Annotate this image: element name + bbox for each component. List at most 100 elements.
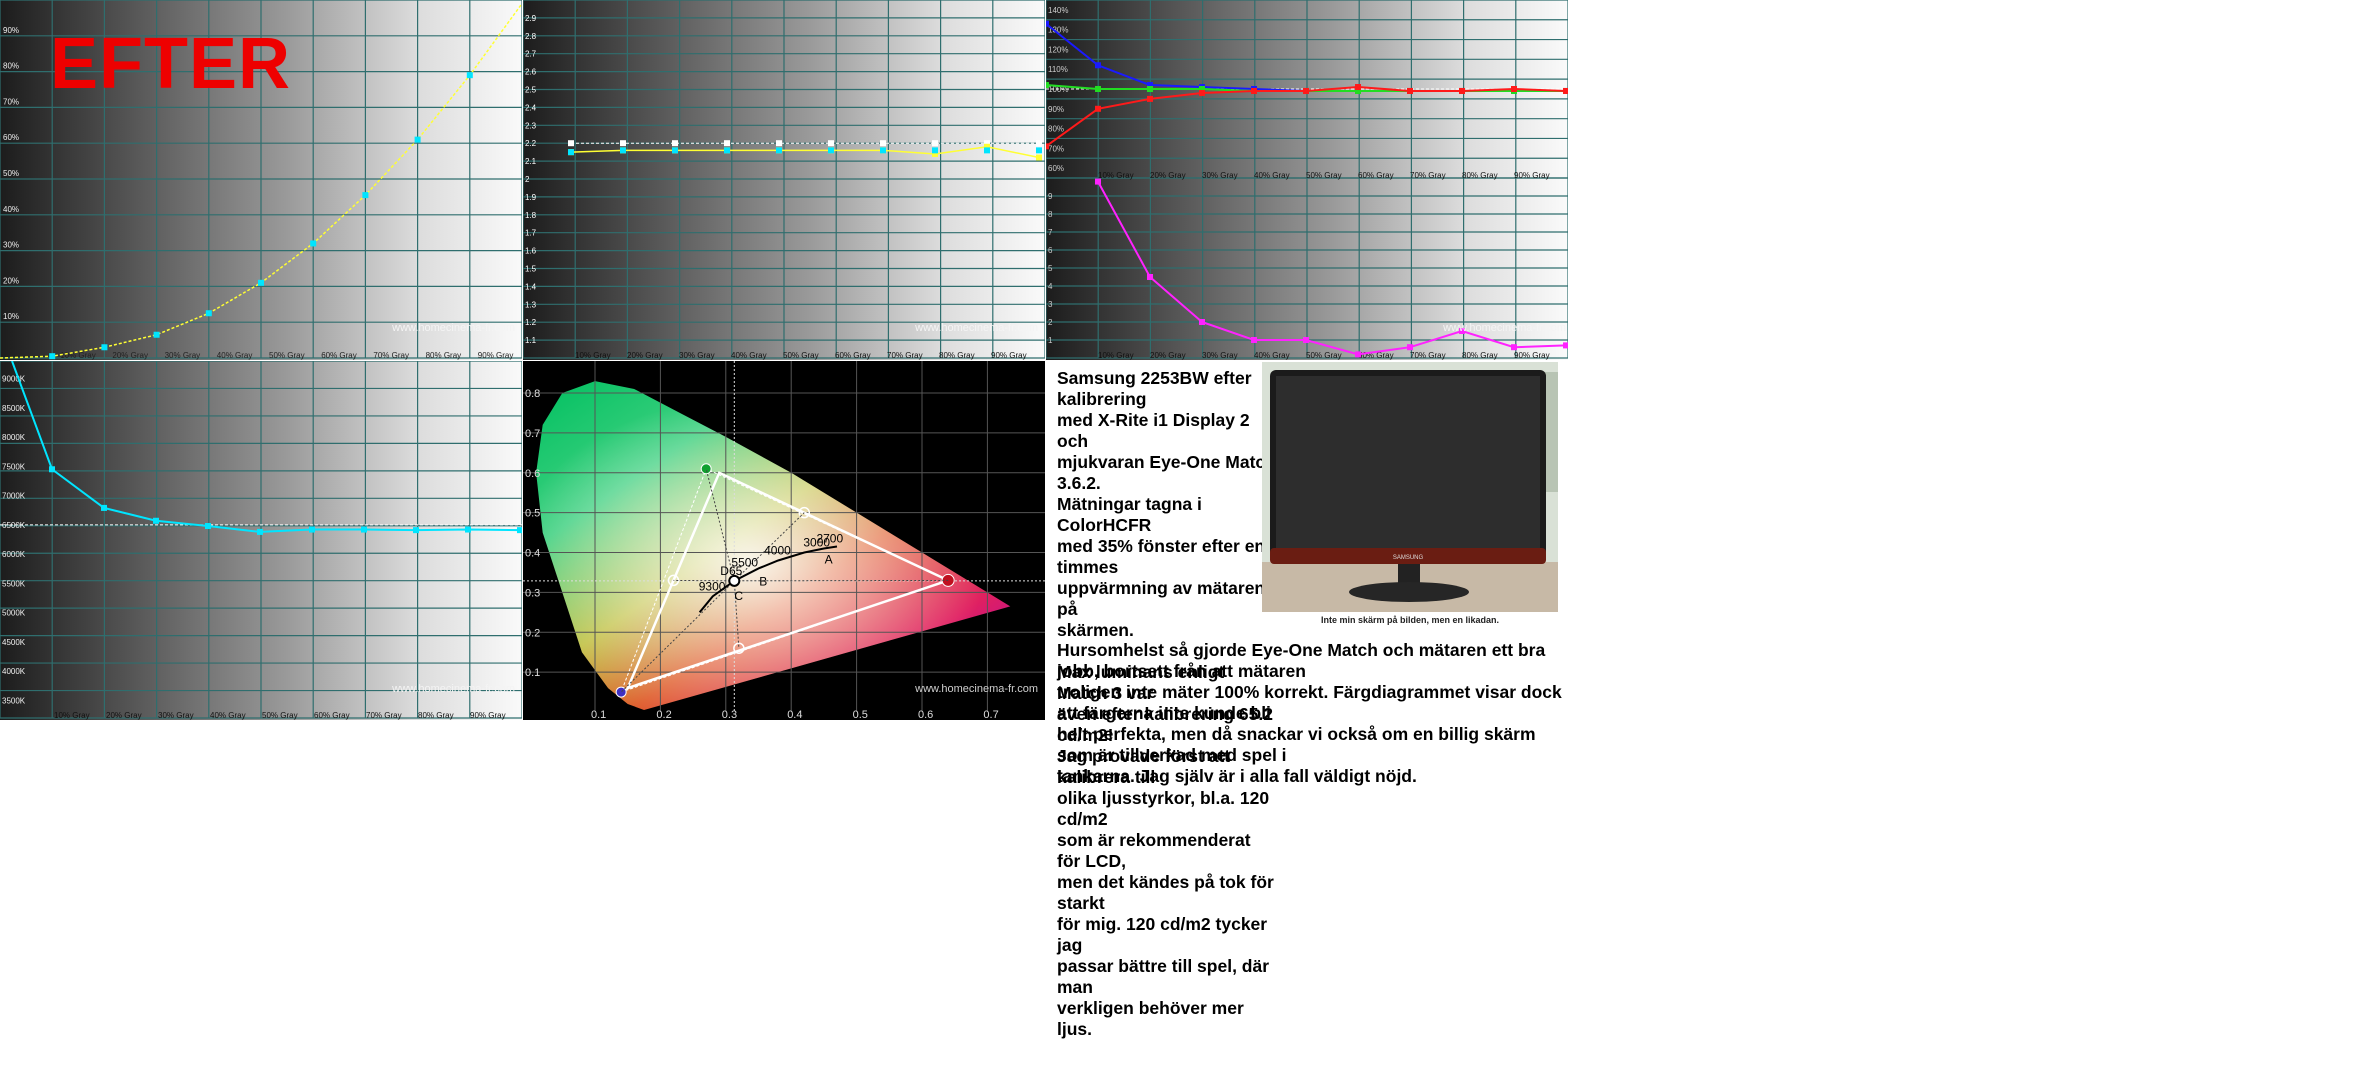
gamma-point-alt [724, 147, 730, 154]
luminance-panel: 10% 20% 30% 40% 50% 60% 70% 80% 90% 10% Gray 20% G… [0, 0, 522, 360]
efter-title: EFTER [50, 24, 292, 104]
temperature-line [11, 361, 521, 533]
rgb-red-point [1355, 84, 1361, 91]
gamma-target-point [1036, 140, 1042, 147]
y-tick-label: 4500K [2, 638, 26, 647]
watermark: www.homecinema-fr.com [914, 322, 1038, 334]
y-tick-label: 0.2 [525, 627, 540, 639]
y-tick-label: 70% [3, 97, 19, 106]
y-tick-label: 90% [1048, 105, 1064, 114]
y-tick-label: 5500K [2, 579, 26, 588]
x-tick-label: 20% Gray [1150, 171, 1186, 180]
y-tick-label: 2.9 [525, 14, 537, 23]
gamma-point-alt [672, 147, 678, 154]
x-tick-label: 90% Gray [1514, 171, 1550, 180]
x-tick-label: 30% Gray [1202, 171, 1238, 180]
gamma-point-alt [880, 147, 886, 154]
x-tick-label: 60% Gray [314, 711, 350, 720]
y-tick-label: 1.2 [525, 318, 537, 327]
temperature-point [101, 504, 107, 511]
y-tick-label: 0.6 [525, 468, 540, 480]
y-tick-label: 2.3 [525, 121, 537, 130]
y-tick-label: 30% [3, 241, 19, 250]
y-tick-label: 3500K [2, 696, 26, 705]
luminance-point [49, 353, 56, 360]
temperature-point [49, 466, 55, 473]
gamma-point [1036, 154, 1042, 161]
x-tick-label: 0.4 [787, 709, 802, 720]
x-tick-label: 0.1 [591, 709, 606, 720]
photo-caption: Inte min skärm på bilden, men en likadan… [1320, 615, 1500, 625]
y-tick-label: 40% [3, 205, 19, 214]
planck-label: 4000 [764, 543, 791, 557]
y-tick-label: 9000K [2, 375, 26, 384]
gamma-point-alt [828, 147, 834, 154]
y-tick-label: 5000K [2, 609, 26, 618]
y-tick-label: 3 [1048, 300, 1053, 309]
rgb-green-point [1095, 86, 1101, 92]
y-tick-label: 2 [525, 175, 530, 184]
x-tick-label: 90% Gray [470, 711, 506, 720]
temperature-point [465, 526, 471, 533]
watermark: www.homecinema-fr.com [391, 322, 515, 334]
y-tick-label: 60% [1048, 164, 1064, 173]
x-tick-label: 10% Gray [54, 711, 90, 720]
delta-e-point [1095, 178, 1101, 185]
y-tick-label: 2.5 [525, 86, 537, 95]
y-tick-label: 120% [1048, 45, 1068, 54]
x-tick-label: 0.2 [656, 709, 671, 720]
gamma-target-point [724, 140, 730, 147]
y-tick-label: 4 [1048, 282, 1053, 291]
x-tick-label: 40% Gray [217, 351, 253, 360]
luminance-point [153, 331, 160, 338]
y-tick-label: 80% [1048, 125, 1064, 134]
x-tick-label: 50% Gray [269, 351, 305, 360]
gamma-point-alt [620, 147, 626, 154]
y-tick-label: 2.2 [525, 139, 537, 148]
x-tick-label: 10% Gray [1098, 351, 1134, 360]
rgb-red-line [1046, 86, 1567, 148]
luminance-point [414, 136, 421, 143]
y-tick-label: 1.6 [525, 247, 537, 256]
x-tick-label: 10% Gray [1098, 171, 1134, 180]
gamma-chart: 1.1 1.2 1.3 1.4 1.5 1.6 1.7 1.8 1.9 2 2.1 2.2 2.3 2.4… [523, 0, 1045, 360]
y-tick-label: 0.5 [525, 508, 540, 520]
x-tick-label: 0.7 [983, 709, 998, 720]
rgb-red-point [1459, 87, 1465, 94]
x-tick-label: 10% Gray [575, 351, 611, 360]
y-tick-label: 2.7 [525, 50, 537, 59]
gamma-target-point [932, 140, 938, 147]
delta-e-point [1511, 344, 1517, 351]
temperature-point [361, 526, 367, 533]
rgb-blue-line [1046, 22, 1566, 92]
y-tick-label: 4000K [2, 667, 26, 676]
y-tick-label: 70% [1048, 144, 1064, 153]
x-tick-label: 70% Gray [373, 351, 409, 360]
luminance-point [310, 240, 317, 247]
y-tick-label: 6000K [2, 550, 26, 559]
y-tick-label: 90% [3, 26, 19, 35]
paragraph-1: Samsung 2253BW efter kalibrering med X-R… [1057, 368, 1276, 640]
delta-e-point [1199, 319, 1205, 325]
y-tick-label: 1.4 [525, 282, 537, 291]
y-tick-label: 110% [1048, 65, 1068, 74]
gamma-point-alt [932, 147, 938, 154]
y-tick-label: 2.4 [525, 103, 537, 112]
x-tick-label: 20% Gray [1150, 351, 1186, 360]
y-tick-label: 1.7 [525, 229, 537, 238]
luminance-point [101, 344, 108, 351]
x-tick-label: 40% Gray [731, 351, 767, 360]
x-tick-label: 50% Gray [1306, 171, 1342, 180]
y-tick-label: 60% [3, 133, 19, 142]
x-tick-label: 0.3 [722, 709, 737, 720]
luminance-point [362, 192, 369, 199]
y-tick-label: 80% [3, 62, 19, 71]
rgb-red-point [1095, 105, 1101, 112]
x-tick-label: 80% Gray [1462, 351, 1498, 360]
x-tick-label: 60% Gray [835, 351, 871, 360]
rgb-balance-chart: 60%70%80%90%100%110%120%130%140%10% Gray… [1046, 0, 1568, 360]
y-tick-label: 20% [3, 276, 19, 285]
x-tick-label: 90% Gray [991, 351, 1027, 360]
gamma-target-point [620, 140, 626, 147]
y-tick-label: 10% [3, 312, 19, 321]
